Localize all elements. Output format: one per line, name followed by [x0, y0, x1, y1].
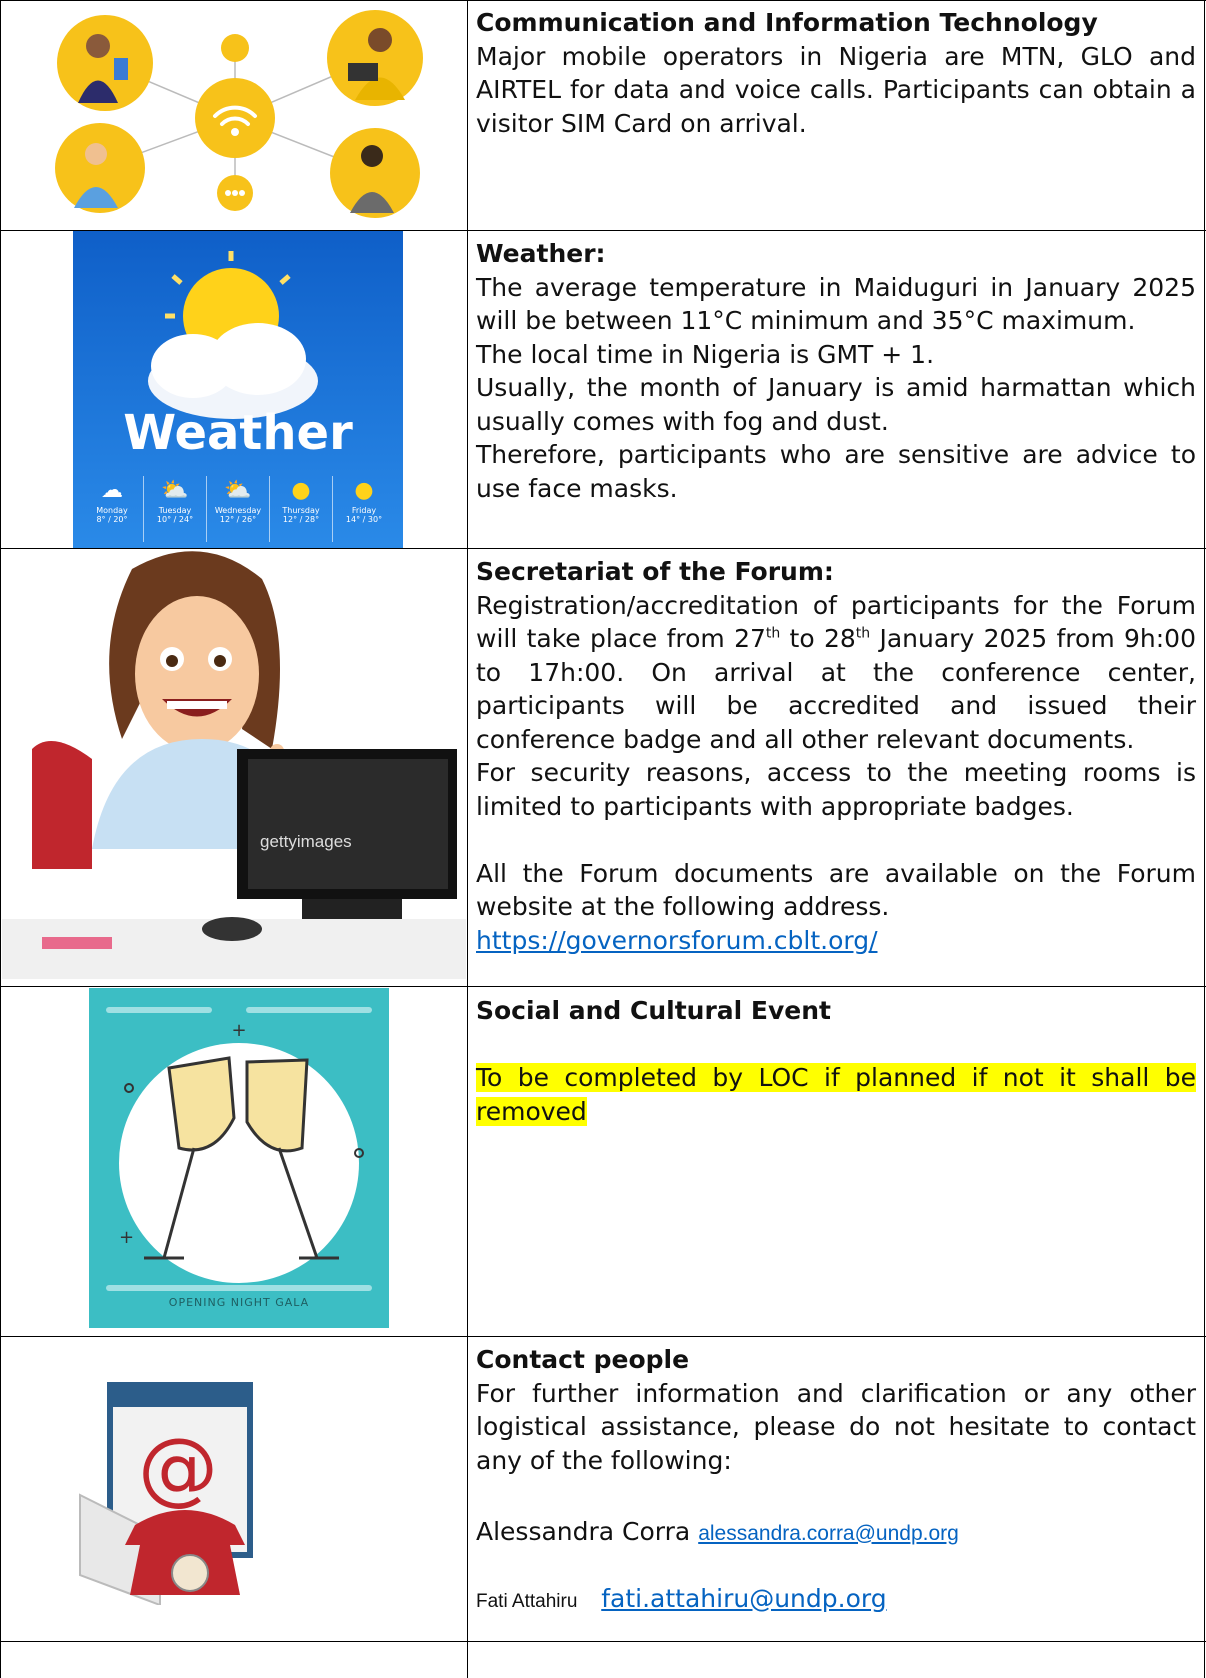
communication-illustration	[30, 8, 440, 220]
forecast-day-temps: 8° / 20°	[96, 515, 128, 524]
weather-illustration: Weather ☁ Monday 8° / 20° ⛅ Tuesday 10° …	[73, 231, 403, 548]
secretariat-paragraph: All the Forum documents are available on…	[476, 858, 1196, 922]
contact-person: Alessandra Corra alessandra.corra@undp.o…	[476, 1515, 1196, 1551]
forecast-day-temps: 12° / 26°	[219, 515, 257, 524]
row-divider	[0, 1336, 1206, 1337]
weather-image-title: Weather	[123, 405, 353, 461]
communication-body: Major mobile operators in Nigeria are MT…	[476, 41, 1196, 138]
contact-email-link[interactable]: alessandra.corra@undp.org	[698, 1522, 959, 1545]
forecast-day-temps: 10° / 24°	[156, 515, 194, 524]
ordinal-suffix: th	[855, 625, 871, 642]
secretariat-illustration: gettyimages	[2, 549, 466, 979]
weather-paragraph: The local time in Nigeria is GMT + 1.	[476, 339, 935, 369]
weather-paragraph: The average temperature in Maiduguri in …	[476, 272, 1196, 336]
forecast-day: ⛅ Wednesday 12° / 26°	[207, 476, 270, 542]
network-people-icon	[55, 10, 423, 218]
communication-cell: Communication and Information Technology…	[476, 6, 1196, 140]
weather-cell: Weather: The average temperature in Maid…	[476, 237, 1196, 505]
contact-illustration: @	[70, 1375, 270, 1605]
forecast-day-name: Wednesday	[214, 506, 262, 515]
contact-email-link[interactable]: fati.attahiru@undp.org	[601, 1584, 886, 1613]
forecast-day-name: Thursday	[282, 506, 320, 515]
cloud-snow-icon: ☁	[101, 478, 123, 503]
social-heading: Social and Cultural Event	[476, 996, 831, 1025]
secretariat-paragraph: Registration/accreditation of participan…	[476, 589, 1196, 757]
forecast-day: ☁ Monday 8° / 20°	[81, 476, 144, 542]
weather-paragraph: Therefore, participants who are sensitiv…	[476, 440, 1196, 503]
forecast-day-name: Friday	[351, 506, 377, 515]
table-border-top	[0, 0, 1206, 1]
svg-text:@: @	[138, 1421, 218, 1514]
weather-heading: Weather:	[476, 239, 606, 268]
forecast-day: ⛅ Tuesday 10° / 24°	[144, 476, 207, 542]
forecast-day-temps: 12° / 28°	[282, 515, 320, 524]
secretariat-cell: Secretariat of the Forum: Registration/a…	[476, 555, 1196, 957]
contact-person: Fati Attahiru fati.attahiru@undp.org	[476, 1582, 1196, 1619]
office-woman-icon	[2, 551, 466, 979]
email-phone-icon: @	[79, 1382, 253, 1605]
gala-caption: OPENING NIGHT GALA	[168, 1296, 310, 1309]
contact-cell: Contact people For further information a…	[476, 1343, 1196, 1618]
table-border-right	[1204, 0, 1205, 1678]
secretariat-paragraph: For security reasons, access to the meet…	[476, 758, 1196, 821]
partly-cloudy-icon: ⛅	[224, 478, 252, 503]
svg-text:+: +	[231, 1020, 246, 1041]
row-divider	[0, 986, 1206, 987]
table-column-divider	[467, 0, 468, 1678]
ordinal-suffix: th	[765, 625, 781, 642]
weather-paragraph: Usually, the month of January is amid ha…	[476, 373, 1196, 436]
forecast-day: ● Friday 14° / 30°	[333, 476, 395, 542]
secretariat-text: to 28	[780, 624, 856, 653]
champagne-toast-icon: + +	[106, 1007, 372, 1291]
sun-icon: ●	[354, 478, 374, 503]
contact-paragraph: For further information and clarificatio…	[476, 1378, 1196, 1475]
gettyimages-watermark: gettyimages	[260, 832, 352, 851]
forecast-day-name: Monday	[96, 506, 128, 515]
table-border-left	[0, 0, 1, 1678]
sun-icon: ●	[291, 478, 311, 503]
social-cell: Social and Cultural Event To be complete…	[476, 994, 1196, 1128]
communication-heading: Communication and Information Technology	[476, 8, 1098, 37]
svg-text:+: +	[119, 1227, 134, 1248]
secretariat-heading: Secretariat of the Forum:	[476, 557, 834, 586]
contact-name: Alessandra Corra	[476, 1516, 691, 1546]
contact-heading: Contact people	[476, 1345, 690, 1374]
highlighted-note: To be completed by LOC if planned if not…	[476, 1063, 1196, 1126]
row-divider	[0, 1641, 1206, 1642]
social-paragraph: To be completed by LOC if planned if not…	[476, 1061, 1196, 1128]
gala-illustration: + + OPENING NIGHT GALA	[89, 988, 389, 1328]
contact-name: Fati Attahiru	[476, 1590, 578, 1612]
forum-website-paragraph: https://governorsforum.cblt.org/	[476, 924, 1196, 958]
forecast-day-temps: 14° / 30°	[345, 515, 383, 524]
weather-forecast-strip: ☁ Monday 8° / 20° ⛅ Tuesday 10° / 24° ⛅ …	[81, 476, 395, 542]
partly-cloudy-icon: ⛅	[161, 478, 189, 503]
forecast-day-name: Tuesday	[158, 506, 192, 515]
forecast-day: ● Thursday 12° / 28°	[270, 476, 333, 542]
forum-website-link[interactable]: https://governorsforum.cblt.org/	[476, 926, 878, 955]
